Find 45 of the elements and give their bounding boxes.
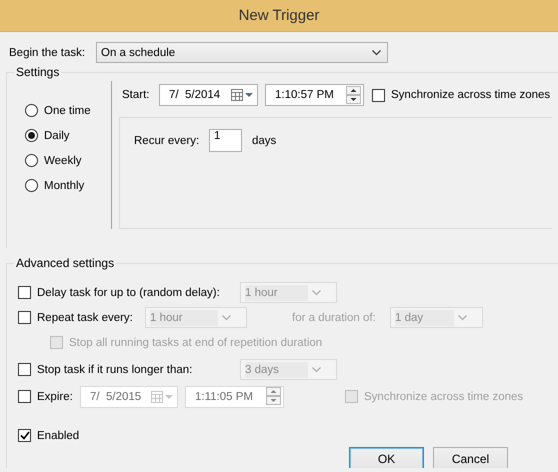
- spinner-icon[interactable]: [346, 86, 361, 104]
- checkbox[interactable]: [18, 429, 31, 442]
- time-field[interactable]: 1:11:05 PM: [185, 386, 284, 408]
- radio-button[interactable]: [25, 179, 38, 192]
- checkbox[interactable]: [18, 390, 31, 403]
- dropdown[interactable]: On a schedule: [96, 42, 388, 63]
- field-label: Start:: [122, 89, 150, 101]
- checkbox[interactable]: [18, 286, 31, 299]
- radio-button[interactable]: [25, 154, 38, 167]
- caret-icon: [312, 290, 321, 296]
- calendar-icon[interactable]: [231, 89, 255, 101]
- checkbox[interactable]: [372, 88, 385, 102]
- checkbox-label: Expire:: [37, 390, 73, 402]
- date-field[interactable]: 7/ 5/2014: [159, 84, 258, 106]
- radio-label: Weekly: [44, 154, 82, 166]
- checkbox-label: Enabled: [37, 430, 80, 442]
- date-field[interactable]: 7/ 5/2015: [80, 386, 178, 408]
- caret-icon: [312, 366, 321, 372]
- checkbox[interactable]: [18, 363, 31, 376]
- time-field[interactable]: 1:10:57 PM: [265, 84, 364, 106]
- radio-label: One time: [44, 104, 91, 116]
- checkbox-label: Stop task if it runs longer than:: [37, 364, 192, 376]
- number-field[interactable]: 1: [209, 129, 242, 152]
- checkbox[interactable]: [18, 311, 31, 324]
- dialog-button[interactable]: OK: [349, 447, 424, 468]
- unit-label: days: [252, 134, 276, 146]
- checkbox-label: Repeat task every:: [37, 312, 133, 324]
- field-label: for a duration of:: [292, 312, 376, 324]
- radio-label: Daily: [44, 130, 70, 142]
- field-label: Begin the task:: [9, 46, 86, 58]
- checkbox-label: Delay task for up to (random delay):: [37, 286, 220, 298]
- field-label: Recur every:: [134, 134, 200, 146]
- radio-button[interactable]: [25, 104, 38, 117]
- group-title: Advanced settings: [14, 256, 116, 270]
- checkbox-label: Stop all running tasks at end of repetition duration: [69, 336, 322, 348]
- checkbox-label: Synchronize across time zones: [364, 390, 524, 402]
- checkbox-label: Synchronize across time zones: [391, 89, 550, 101]
- window-title: New Trigger: [238, 7, 320, 24]
- radio-label: Monthly: [44, 180, 84, 192]
- caret-icon: [222, 314, 231, 320]
- radio-button[interactable]: [25, 129, 38, 142]
- caret-icon: [372, 50, 381, 56]
- caret-icon: [458, 314, 467, 320]
- dialog-button[interactable]: Cancel: [433, 447, 508, 468]
- group-title: Settings: [14, 65, 62, 79]
